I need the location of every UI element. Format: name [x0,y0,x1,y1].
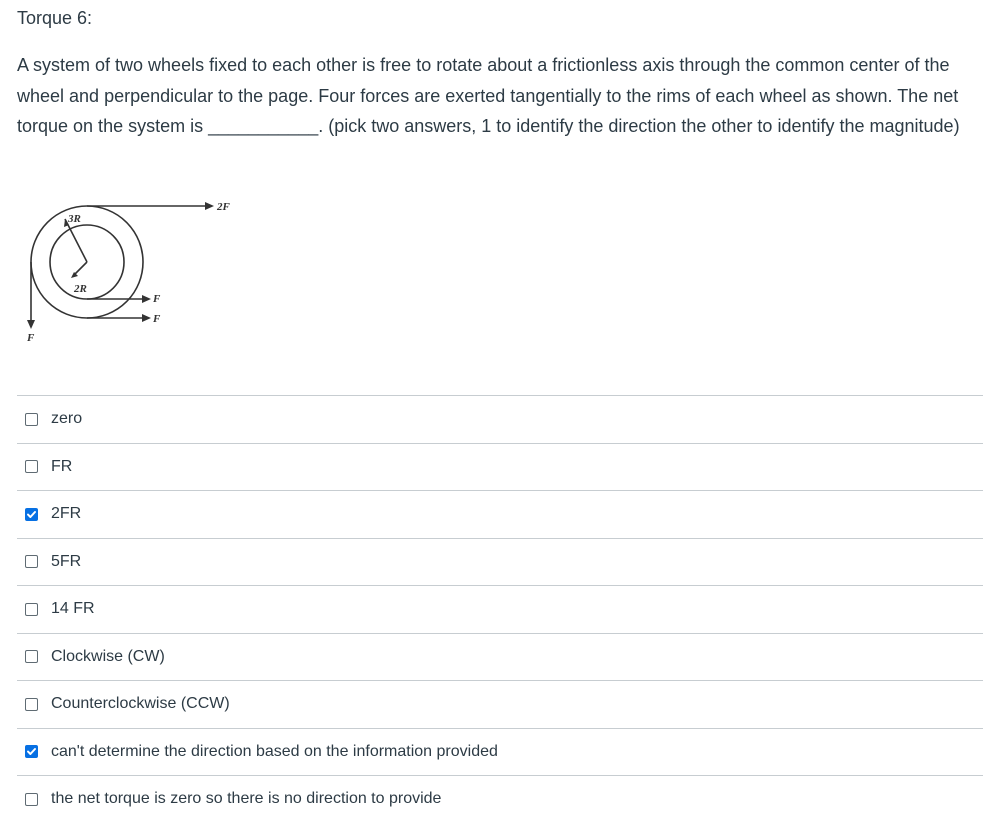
answer-option[interactable]: 2FR [17,490,983,538]
checkbox[interactable] [25,792,38,806]
outer-bottom-force-label: F [152,313,161,325]
answer-label: 5FR [51,552,82,570]
answer-option[interactable]: can't determine the direction based on t… [17,727,983,776]
checkbox-checked[interactable] [25,745,38,759]
answer-label: 2FR [51,505,82,523]
checkmark-icon [27,510,36,518]
checkmark-icon [27,748,36,756]
left-force-label: F [26,332,35,344]
answer-label: Clockwise (CW) [51,647,165,665]
answer-option[interactable]: FR [17,442,983,491]
answer-label: Counterclockwise (CCW) [51,695,230,713]
answer-list: zero FR 2FR 5FR 14 FR Clockwise (CW) Countercl… [17,395,983,823]
checkbox[interactable] [25,412,38,426]
answer-label: the net torque is zero so there is no di… [51,790,442,808]
question-title: Torque 6: [17,8,93,28]
answer-blank: ___________ [208,116,319,136]
left-force-arrowhead [27,320,35,329]
answer-label: 14 FR [51,600,95,618]
inner-bottom-force-arrowhead [142,295,151,303]
answer-option[interactable]: zero [17,395,983,443]
answer-option[interactable]: Counterclockwise (CCW) [17,680,983,728]
outer-radius-label: 3R [67,213,81,225]
question-text: A system of two wheels fixed to each oth… [17,50,972,142]
outer-bottom-force-arrowhead [142,314,151,322]
checkbox[interactable] [25,555,38,569]
top-force-label: 2F [216,201,231,213]
answer-label: can't determine the direction based on t… [51,742,498,760]
answer-option[interactable]: the net torque is zero so there is no di… [17,775,983,823]
wheel-diagram: 3R 2R 2F F F F [26,201,231,344]
checkbox-checked[interactable] [25,507,38,521]
answer-option[interactable]: Clockwise (CW) [17,632,983,681]
answer-label: FR [51,457,73,475]
answer-option[interactable]: 5FR [17,537,983,586]
answer-option[interactable]: 14 FR [17,585,983,633]
inner-radius-label: 2R [73,283,87,295]
checkbox[interactable] [25,650,38,664]
checkbox[interactable] [25,460,38,474]
answer-label: zero [51,410,83,428]
question-text-part-2: . (pick two answers, 1 to identify the d… [318,116,960,136]
inner-bottom-force-label: F [152,293,161,305]
checkbox[interactable] [25,697,38,711]
checkbox[interactable] [25,602,38,616]
top-force-arrowhead [205,202,214,210]
